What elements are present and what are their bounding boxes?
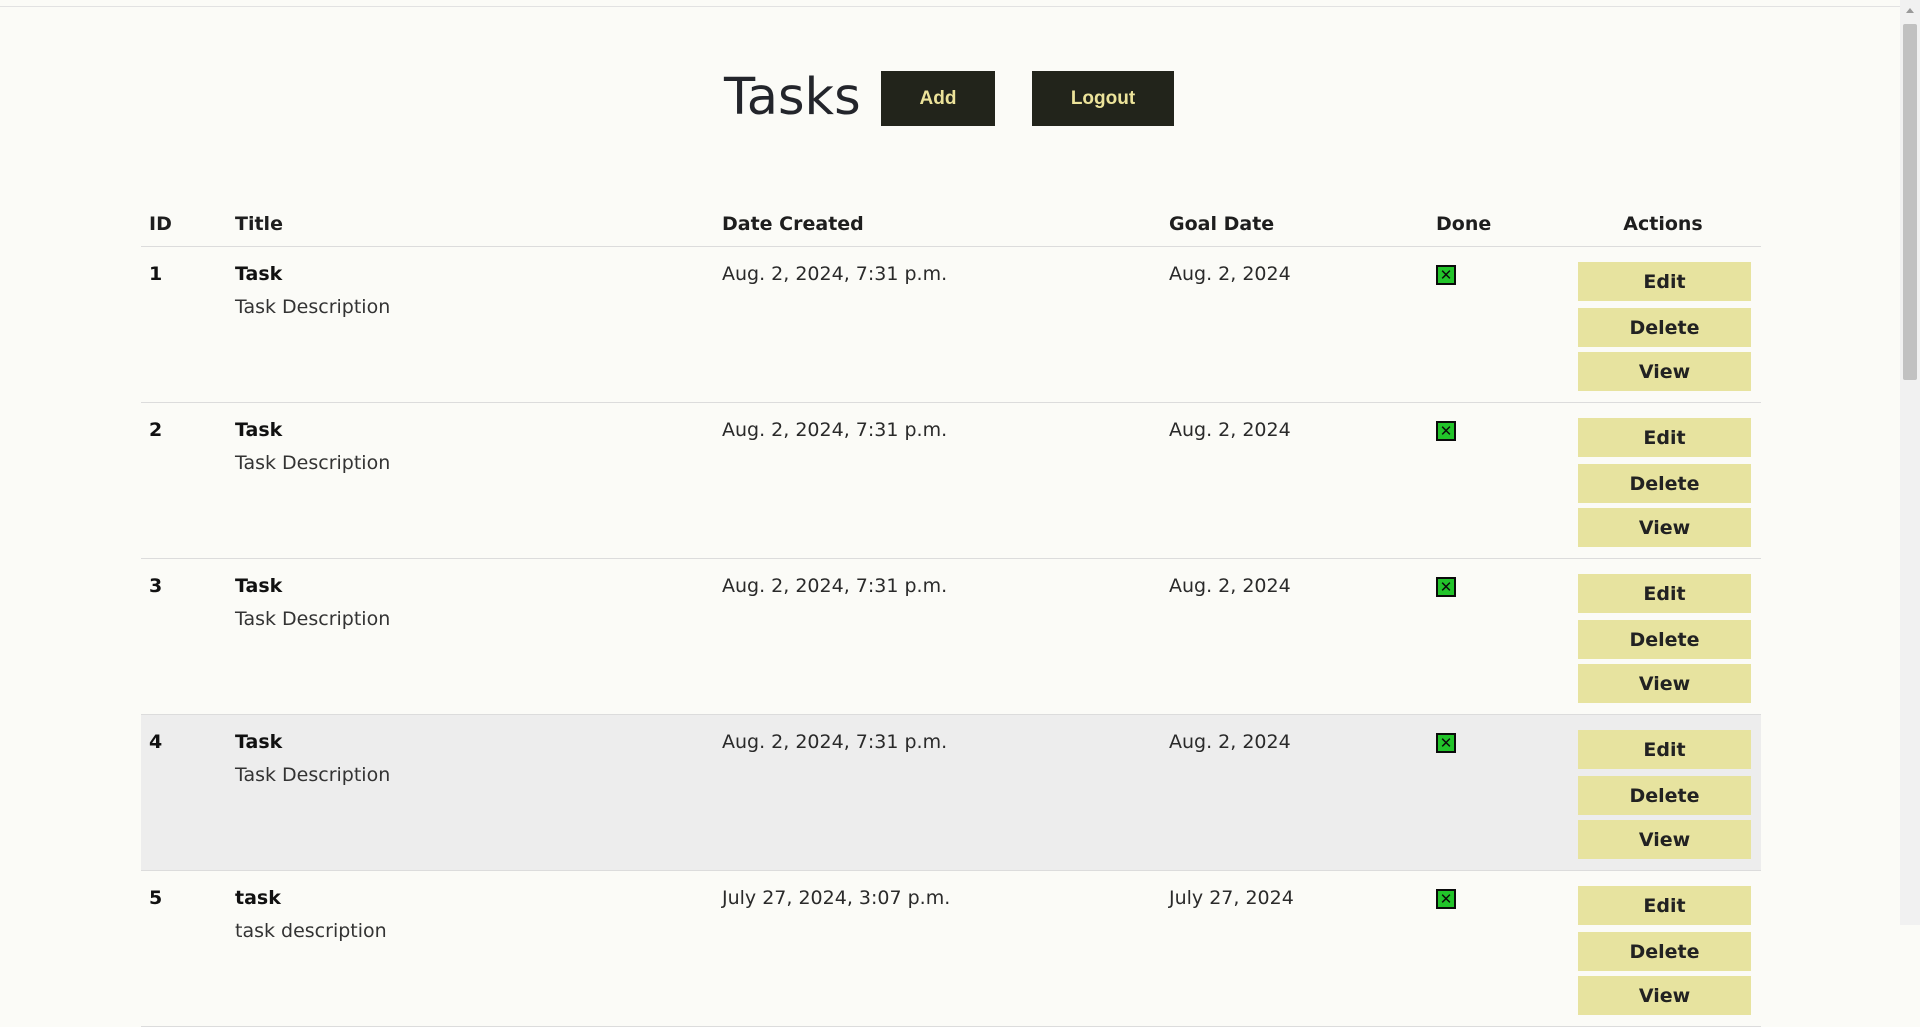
column-header-id: ID [141,202,227,247]
view-button[interactable]: View [1578,820,1751,859]
table-row: 2 Task Task Description Aug. 2, 2024, 7:… [141,402,1761,559]
task-title-cell: Task Task Description [227,246,714,403]
task-description: task description [235,920,387,942]
table-row: 3 Task Task Description Aug. 2, 2024, 7:… [141,558,1761,715]
table-row: 1 Task Task Description Aug. 2, 2024, 7:… [141,246,1761,403]
task-done-cell: ✕ [1428,246,1565,403]
task-id: 1 [141,246,227,403]
column-header-title: Title [227,202,714,247]
edit-button[interactable]: Edit [1578,418,1751,457]
task-done-cell: ✕ [1428,402,1565,559]
edit-button[interactable]: Edit [1578,730,1751,769]
task-actions: Edit Delete View [1565,714,1761,871]
delete-button[interactable]: Delete [1578,932,1751,971]
table-header-row: ID Title Date Created Goal Date Done Act… [141,202,1761,247]
edit-button[interactable]: Edit [1578,886,1751,925]
task-date-created: Aug. 2, 2024, 7:31 p.m. [714,714,1161,871]
task-description: Task Description [235,452,391,474]
task-id: 2 [141,402,227,559]
task-actions: Edit Delete View [1565,246,1761,403]
table-row: 5 task task description July 27, 2024, 3… [141,870,1761,1027]
task-goal-date: July 27, 2024 [1161,870,1428,1027]
task-id: 3 [141,558,227,715]
column-header-date-created: Date Created [714,202,1161,247]
page-title: Tasks [724,68,861,127]
table-row: 4 Task Task Description Aug. 2, 2024, 7:… [141,714,1761,871]
task-title: Task [235,731,283,753]
task-goal-date: Aug. 2, 2024 [1161,558,1428,715]
task-date-created: July 27, 2024, 3:07 p.m. [714,870,1161,1027]
scroll-up-arrow-icon[interactable] [1906,8,1914,13]
task-date-created: Aug. 2, 2024, 7:31 p.m. [714,402,1161,559]
column-header-done: Done [1428,202,1565,247]
task-goal-date: Aug. 2, 2024 [1161,402,1428,559]
delete-button[interactable]: Delete [1578,620,1751,659]
add-button[interactable]: Add [881,71,995,126]
task-title-cell: Task Task Description [227,558,714,715]
task-title-cell: Task Task Description [227,714,714,871]
logout-button[interactable]: Logout [1032,71,1174,126]
page-header: Tasks Add Logout [0,70,1900,126]
top-border [0,6,1900,7]
delete-button[interactable]: Delete [1578,308,1751,347]
task-description: Task Description [235,296,391,318]
task-date-created: Aug. 2, 2024, 7:31 p.m. [714,246,1161,403]
task-actions: Edit Delete View [1565,402,1761,559]
view-button[interactable]: View [1578,352,1751,391]
task-actions: Edit Delete View [1565,558,1761,715]
view-button[interactable]: View [1578,508,1751,547]
task-title: Task [235,419,283,441]
edit-button[interactable]: Edit [1578,574,1751,613]
task-goal-date: Aug. 2, 2024 [1161,246,1428,403]
checkbox-x-icon: ✕ [1436,421,1456,441]
task-title: Task [235,263,283,285]
task-done-cell: ✕ [1428,714,1565,871]
task-title: task [235,887,281,909]
task-done-cell: ✕ [1428,870,1565,1027]
task-description: Task Description [235,764,391,786]
view-button[interactable]: View [1578,976,1751,1015]
task-actions: Edit Delete View [1565,870,1761,1027]
checkbox-x-icon: ✕ [1436,577,1456,597]
view-button[interactable]: View [1578,664,1751,703]
scrollbar-thumb[interactable] [1903,24,1917,380]
column-header-actions: Actions [1565,202,1761,247]
task-title: Task [235,575,283,597]
task-description: Task Description [235,608,391,630]
task-title-cell: task task description [227,870,714,1027]
vertical-scrollbar[interactable] [1900,0,1920,925]
checkbox-x-icon: ✕ [1436,733,1456,753]
task-goal-date: Aug. 2, 2024 [1161,714,1428,871]
tasks-table: ID Title Date Created Goal Date Done Act… [141,202,1761,1027]
task-date-created: Aug. 2, 2024, 7:31 p.m. [714,558,1161,715]
checkbox-x-icon: ✕ [1436,265,1456,285]
task-title-cell: Task Task Description [227,402,714,559]
column-header-goal-date: Goal Date [1161,202,1428,247]
delete-button[interactable]: Delete [1578,464,1751,503]
delete-button[interactable]: Delete [1578,776,1751,815]
task-done-cell: ✕ [1428,558,1565,715]
task-id: 5 [141,870,227,1027]
checkbox-x-icon: ✕ [1436,889,1456,909]
task-id: 4 [141,714,227,871]
edit-button[interactable]: Edit [1578,262,1751,301]
